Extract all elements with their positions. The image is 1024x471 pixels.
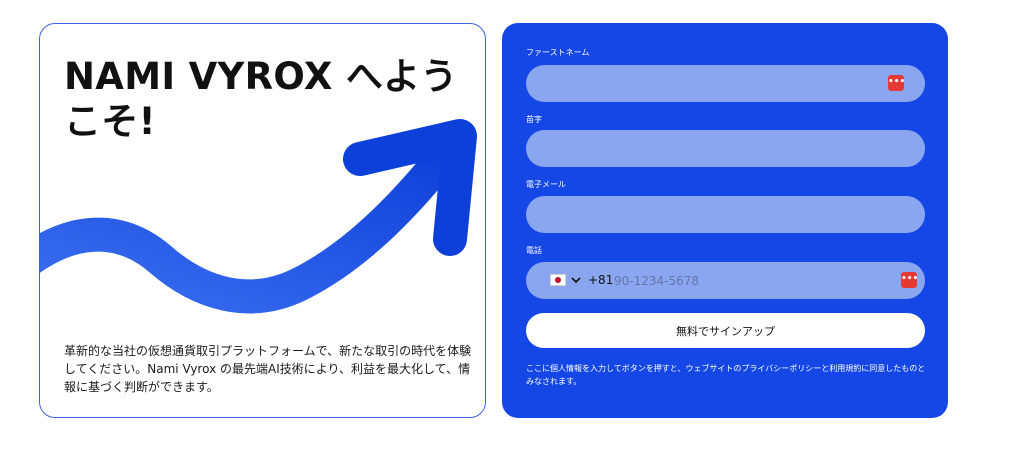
japan-flag-icon[interactable] [550, 274, 566, 286]
email-label: 電子メール [526, 180, 566, 189]
consent-text: ここに個人情報を入力してボタンを押すと、ウェブサイトのプライバシーポリシーと利用… [526, 364, 926, 386]
signup-page: NAMI VYROX へようこそ! 革新的な当社の仮想通貨取引プラットフォームで… [0, 0, 1024, 471]
first-name-label: ファーストネーム [526, 48, 590, 57]
password-manager-icon[interactable]: ••• [888, 75, 905, 91]
welcome-description: 革新的な当社の仮想通貨取引プラットフォームで、新たな取引の時代を体験してください… [64, 344, 472, 394]
first-name-input[interactable] [526, 65, 925, 102]
chevron-down-icon[interactable] [571, 274, 581, 286]
welcome-title: NAMI VYROX へようこそ! [64, 55, 458, 143]
last-name-label: 苗字 [526, 115, 542, 124]
signup-form-panel: ファーストネーム ••• 苗字 電子メール 電話 +81 ••• 無料でサインア… [502, 23, 948, 418]
last-name-input[interactable] [526, 130, 925, 167]
email-input[interactable] [526, 196, 925, 233]
phone-field: +81 ••• [526, 262, 925, 299]
password-manager-icon[interactable]: ••• [901, 272, 918, 288]
country-dial-code: +81 [588, 273, 614, 287]
phone-input[interactable] [614, 262, 894, 299]
signup-button[interactable]: 無料でサインアップ [526, 313, 925, 348]
welcome-card: NAMI VYROX へようこそ! 革新的な当社の仮想通貨取引プラットフォームで… [39, 23, 486, 418]
phone-label: 電話 [526, 246, 542, 255]
